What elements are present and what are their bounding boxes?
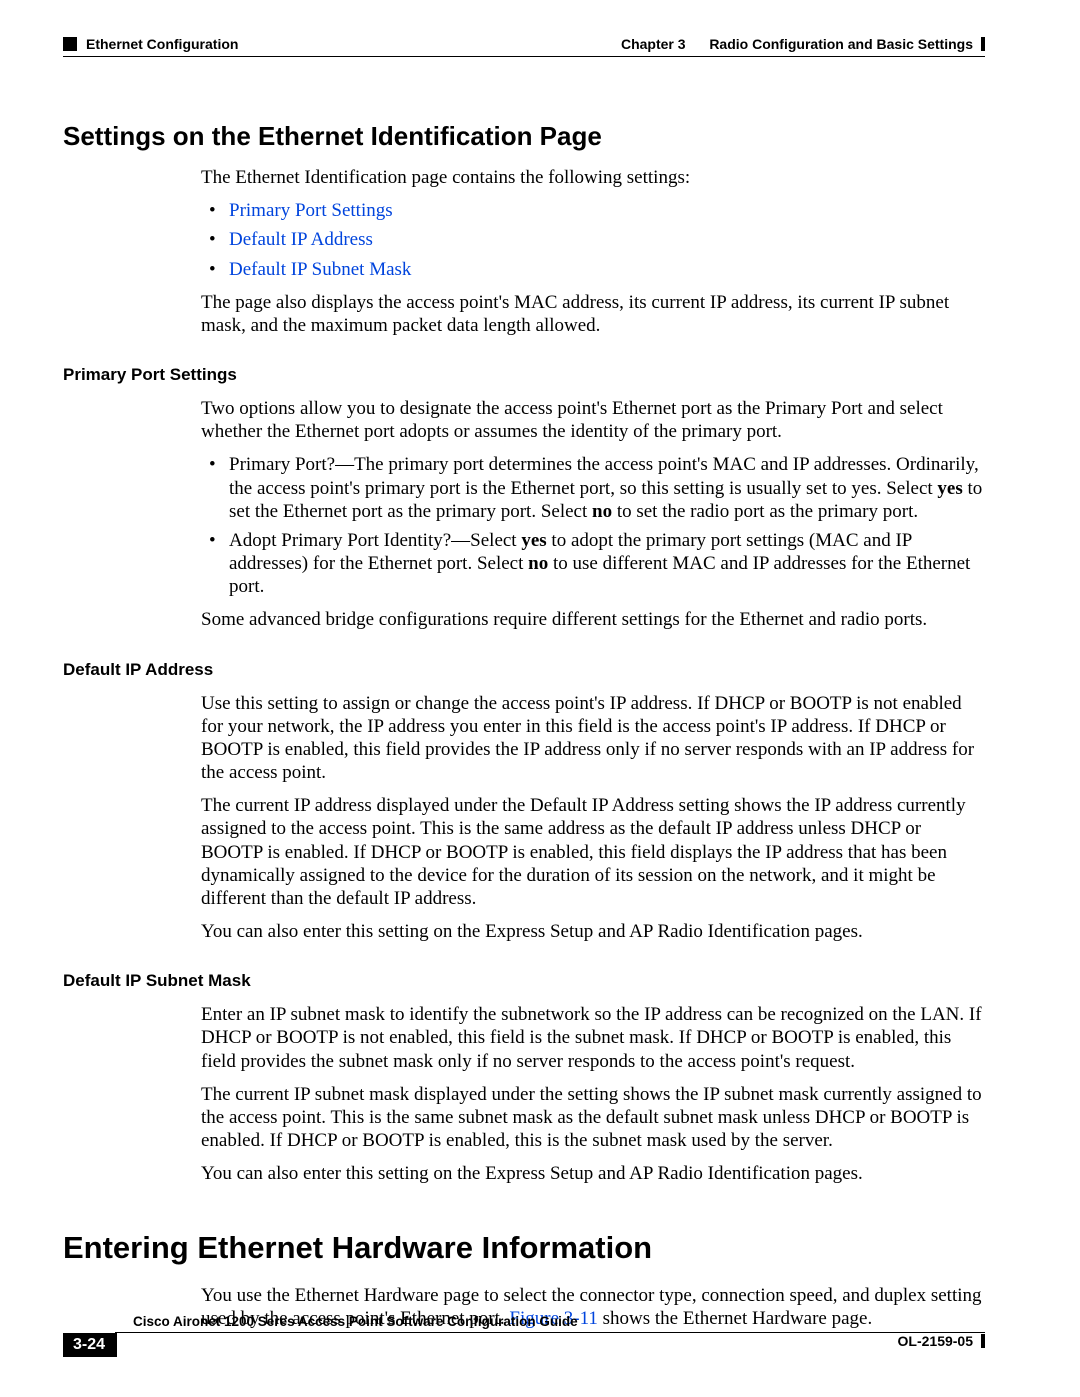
dsm-p3: You can also enter this setting on the E… <box>201 1162 985 1185</box>
running-header: Ethernet Configuration Chapter 3 Radio C… <box>63 36 985 52</box>
header-rule <box>63 56 985 57</box>
heading-entering-ethernet-hardware: Entering Ethernet Hardware Information <box>63 1230 985 1266</box>
dip-p1: Use this setting to assign or change the… <box>201 692 985 785</box>
intro-p1: The Ethernet Identification page contain… <box>201 166 985 189</box>
pps-block: Two options allow you to designate the a… <box>201 397 985 632</box>
footer-left: 3-24 <box>63 1333 123 1357</box>
link-default-ip-address[interactable]: Default IP Address <box>229 229 373 250</box>
intro-bullet-2: Default IP Address <box>201 228 985 251</box>
header-left: Ethernet Configuration <box>63 36 238 52</box>
dsm-p2: The current IP subnet mask displayed und… <box>201 1083 985 1153</box>
page-number-badge: 3-24 <box>63 1333 117 1357</box>
header-bar-icon <box>981 37 985 51</box>
header-right: Chapter 3 Radio Configuration and Basic … <box>621 36 985 52</box>
header-chapter-title: Radio Configuration and Basic Settings <box>709 36 973 52</box>
footer-right: OL-2159-05 <box>898 1333 985 1349</box>
header-marker-icon <box>63 37 77 51</box>
pps-p2: Some advanced bridge configurations requ… <box>201 608 985 631</box>
pps-p1: Two options allow you to designate the a… <box>201 397 985 443</box>
heading-primary-port-settings: Primary Port Settings <box>63 365 985 385</box>
dsm-block: Enter an IP subnet mask to identify the … <box>201 1003 985 1185</box>
footer-doc-id: OL-2159-05 <box>898 1333 973 1349</box>
footer-rule-wrap: Cisco Aironet 1200 Seres Access Point So… <box>63 1313 985 1333</box>
link-primary-port-settings[interactable]: Primary Port Settings <box>229 200 393 221</box>
bold-no: no <box>592 501 612 522</box>
footer-bar-icon <box>981 1334 985 1348</box>
dip-p3: You can also enter this setting on the E… <box>201 920 985 943</box>
bold-yes: yes <box>521 530 546 551</box>
page: Ethernet Configuration Chapter 3 Radio C… <box>0 0 1080 1397</box>
heading-default-ip-address: Default IP Address <box>63 660 985 680</box>
heading-default-ip-subnet-mask: Default IP Subnet Mask <box>63 971 985 991</box>
intro-block: The Ethernet Identification page contain… <box>201 166 985 337</box>
bold-no: no <box>528 553 548 574</box>
footer-bottom: 3-24 OL-2159-05 <box>63 1333 985 1357</box>
intro-bullet-3: Default IP Subnet Mask <box>201 258 985 281</box>
intro-p2: The page also displays the access point'… <box>201 291 985 337</box>
bold-yes: yes <box>937 478 962 499</box>
dip-p2: The current IP address displayed under t… <box>201 794 985 910</box>
intro-bullet-1: Primary Port Settings <box>201 199 985 222</box>
dsm-p1: Enter an IP subnet mask to identify the … <box>201 1003 985 1073</box>
intro-bullets: Primary Port Settings Default IP Address… <box>201 199 985 281</box>
dip-block: Use this setting to assign or change the… <box>201 692 985 944</box>
pps-bullet-1: Primary Port?—The primary port determine… <box>201 453 985 523</box>
heading-settings-ethernet-id: Settings on the Ethernet Identification … <box>63 121 985 152</box>
link-default-ip-subnet-mask[interactable]: Default IP Subnet Mask <box>229 259 411 280</box>
footer: Cisco Aironet 1200 Seres Access Point So… <box>63 1313 985 1357</box>
pps-bullet-2: Adopt Primary Port Identity?—Select yes … <box>201 529 985 599</box>
footer-guide-title: Cisco Aironet 1200 Seres Access Point So… <box>133 1314 578 1329</box>
pps-bullets: Primary Port?—The primary port determine… <box>201 453 985 598</box>
header-section: Ethernet Configuration <box>86 36 238 52</box>
footer-rule <box>115 1332 985 1333</box>
header-chapter-label: Chapter 3 <box>621 36 686 52</box>
